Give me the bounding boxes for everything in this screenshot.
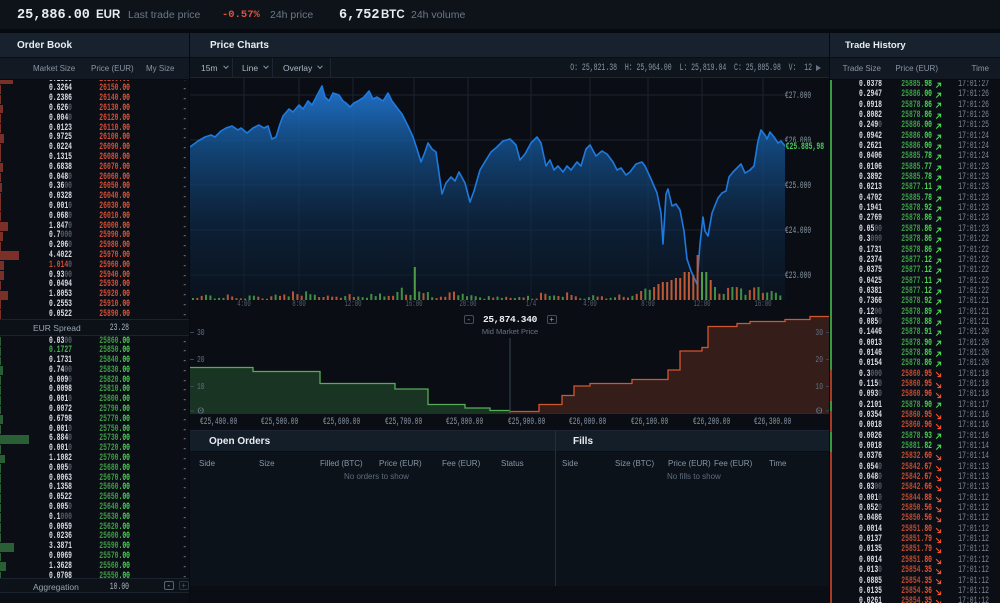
svg-text:10: 10 — [197, 382, 205, 392]
svg-text:0: 0 — [197, 407, 205, 417]
svg-text:30: 30 — [197, 328, 205, 338]
svg-text:30: 30 — [815, 328, 823, 338]
svg-text:0: 0 — [815, 407, 823, 417]
svg-text:10: 10 — [815, 382, 823, 392]
svg-text:20: 20 — [197, 355, 205, 365]
svg-text:20: 20 — [815, 355, 823, 365]
